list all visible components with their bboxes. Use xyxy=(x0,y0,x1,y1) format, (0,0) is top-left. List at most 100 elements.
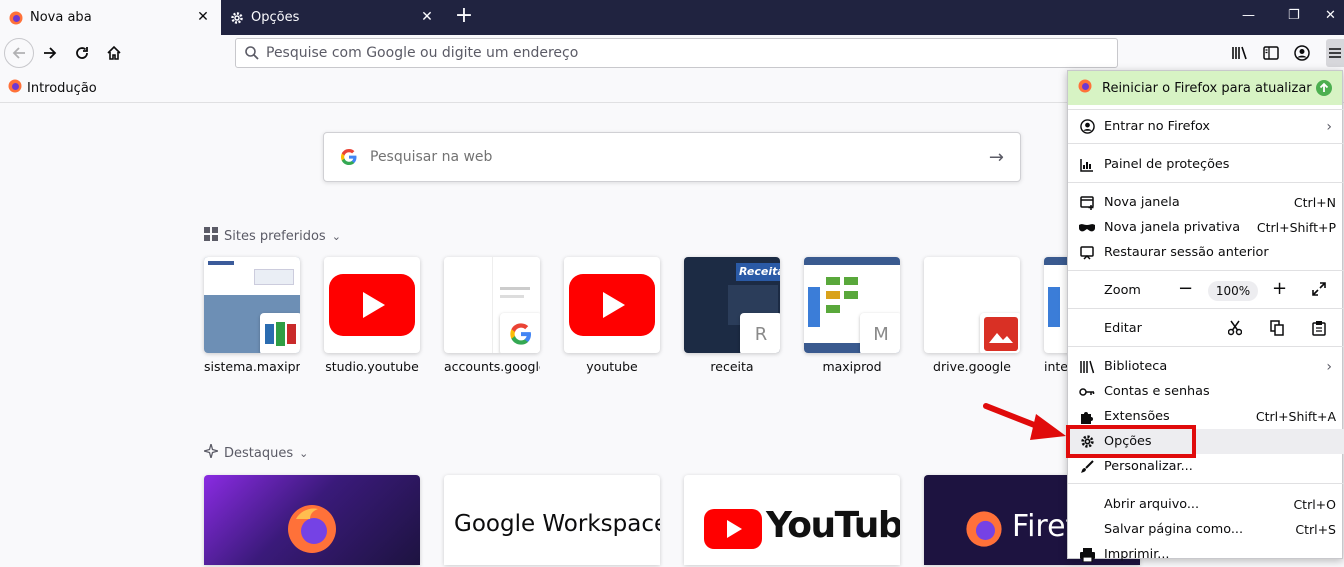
menu-item-protections[interactable]: Painel de proteções xyxy=(1068,152,1344,177)
menu-item-label: Entrar no Firefox xyxy=(1104,119,1211,134)
bookmark-item[interactable]: Introdução xyxy=(8,79,97,97)
menu-item-print[interactable]: Imprimir... xyxy=(1068,542,1344,567)
menu-item-update[interactable]: Reiniciar o Firefox para atualizar xyxy=(1068,71,1342,105)
menu-item-new-window[interactable]: Nova janela Ctrl+N xyxy=(1068,190,1344,215)
site-thumbnail xyxy=(444,257,540,353)
menu-item-library[interactable]: Biblioteca › xyxy=(1068,354,1344,379)
section-title: Sites preferidos xyxy=(224,228,326,244)
site-thumbnail xyxy=(924,257,1020,353)
workspace-logo-text: Google Workspace xyxy=(454,511,660,537)
key-icon xyxy=(1078,383,1096,401)
site-thumbnail xyxy=(564,257,660,353)
puzzle-icon xyxy=(1078,408,1096,426)
new-window-icon xyxy=(1078,194,1096,212)
site-label: receita xyxy=(710,359,754,374)
menu-item-logins[interactable]: Contas e senhas xyxy=(1068,379,1344,404)
url-placeholder: Pesquise com Google ou digite um endereç… xyxy=(266,45,579,61)
top-site-tile[interactable]: studio.youtube xyxy=(324,257,420,374)
new-tab-button[interactable]: + xyxy=(453,5,475,28)
minimize-icon[interactable]: — xyxy=(1242,8,1255,24)
account-button[interactable] xyxy=(1288,39,1316,67)
bookmark-label: Introdução xyxy=(27,80,97,96)
account-icon xyxy=(1294,45,1310,61)
restore-window-icon[interactable]: ❐ xyxy=(1288,8,1300,24)
close-tab-icon[interactable]: ✕ xyxy=(419,9,435,25)
menu-item-label: Nova janela xyxy=(1104,195,1180,210)
menu-item-zoom: Zoom − 100% + xyxy=(1068,278,1344,303)
sparkle-icon xyxy=(201,441,221,462)
chevron-right-icon: › xyxy=(1326,358,1332,375)
zoom-in-button[interactable]: + xyxy=(1272,280,1287,298)
menu-item-open-file[interactable]: Abrir arquivo... Ctrl+O xyxy=(1068,492,1344,517)
home-button[interactable] xyxy=(100,39,128,67)
sidebar-button[interactable] xyxy=(1257,39,1285,67)
copy-icon[interactable] xyxy=(1270,320,1284,340)
highlights-header[interactable]: Destaques ⌄ xyxy=(201,441,308,462)
library-icon xyxy=(1078,358,1096,376)
close-tab-icon[interactable]: ✕ xyxy=(195,9,211,25)
restore-session-icon xyxy=(1078,244,1096,262)
site-label: accounts.google xyxy=(444,359,540,374)
search-placeholder: Pesquisar na web xyxy=(370,149,493,165)
menu-item-label: Salvar página como... xyxy=(1104,522,1244,537)
top-site-tile[interactable]: sistema.maxipr... xyxy=(204,257,300,374)
site-letter-badge: M xyxy=(860,313,900,353)
menu-item-edit: Editar xyxy=(1068,316,1344,341)
forward-arrow-icon xyxy=(44,47,57,59)
highlight-card[interactable] xyxy=(204,475,420,565)
menu-item-signin[interactable]: Entrar no Firefox › xyxy=(1068,114,1344,139)
highlight-card[interactable]: Google Workspace xyxy=(444,475,660,565)
menu-item-label: Abrir arquivo... xyxy=(1104,497,1200,512)
dashboard-icon xyxy=(1078,156,1096,174)
menu-item-private-window[interactable]: Nova janela privativa Ctrl+Shift+P xyxy=(1068,215,1344,240)
forward-button[interactable] xyxy=(36,39,64,67)
site-thumbnail xyxy=(204,257,300,353)
zoom-out-button[interactable]: − xyxy=(1178,280,1193,298)
top-site-tile[interactable]: Receita R receita xyxy=(684,257,780,374)
youtube-play-icon xyxy=(704,509,762,549)
drive-image-icon xyxy=(980,313,1020,353)
site-letter-badge: R xyxy=(740,313,780,353)
top-sites-header[interactable]: Sites preferidos ⌄ xyxy=(204,227,341,245)
shortcut-label: Ctrl+Shift+A xyxy=(1255,409,1336,424)
web-search-box[interactable]: Pesquisar na web → xyxy=(323,132,1021,182)
paste-icon[interactable] xyxy=(1312,320,1326,340)
paintbrush-icon xyxy=(1078,458,1096,476)
highlight-card[interactable]: YouTube xyxy=(684,475,900,565)
shortcut-label: Ctrl+N xyxy=(1293,195,1336,210)
library-button[interactable] xyxy=(1226,39,1254,67)
tab-new-tab[interactable]: Nova aba ✕ xyxy=(0,0,221,35)
menu-item-restore-session[interactable]: Restaurar sessão anterior xyxy=(1068,240,1344,265)
tab-label: Nova aba xyxy=(30,10,92,25)
receita-logo-text: Receita xyxy=(736,263,780,281)
search-icon xyxy=(245,46,259,60)
site-thumbnail xyxy=(324,257,420,353)
close-window-icon[interactable]: ✕ xyxy=(1325,8,1336,24)
cut-icon[interactable] xyxy=(1227,320,1243,340)
menu-item-save-page[interactable]: Salvar página como... Ctrl+S xyxy=(1068,517,1344,542)
top-site-tile[interactable]: drive.google xyxy=(924,257,1020,374)
site-label: youtube xyxy=(586,359,638,374)
reload-icon xyxy=(76,47,88,59)
private-mask-icon xyxy=(1078,219,1096,237)
site-thumbnail: Receita R xyxy=(684,257,780,353)
site-thumbnail: M xyxy=(804,257,900,353)
arrow-right-icon[interactable]: → xyxy=(989,147,1004,168)
hamburger-icon xyxy=(1329,48,1341,58)
top-site-tile[interactable]: accounts.google xyxy=(444,257,540,374)
url-bar[interactable]: Pesquise com Google ou digite um endereç… xyxy=(235,38,1118,68)
top-site-tile[interactable]: youtube xyxy=(564,257,660,374)
menu-button[interactable] xyxy=(1326,39,1344,67)
tab-options[interactable]: Opções ✕ xyxy=(221,0,445,35)
back-button[interactable] xyxy=(4,38,34,68)
youtube-play-icon xyxy=(569,274,655,336)
site-logo-icon xyxy=(260,313,300,353)
annotation-highlight-box xyxy=(1066,425,1196,458)
fullscreen-icon[interactable] xyxy=(1312,282,1326,300)
menu-item-label: Nova janela privativa xyxy=(1104,220,1241,235)
reload-button[interactable] xyxy=(68,39,96,67)
zoom-reset-button[interactable]: 100% xyxy=(1208,281,1258,301)
menu-item-label: Personalizar... xyxy=(1104,459,1193,474)
menu-item-label: Extensões xyxy=(1104,409,1170,424)
top-site-tile[interactable]: M maxiprod xyxy=(804,257,900,374)
